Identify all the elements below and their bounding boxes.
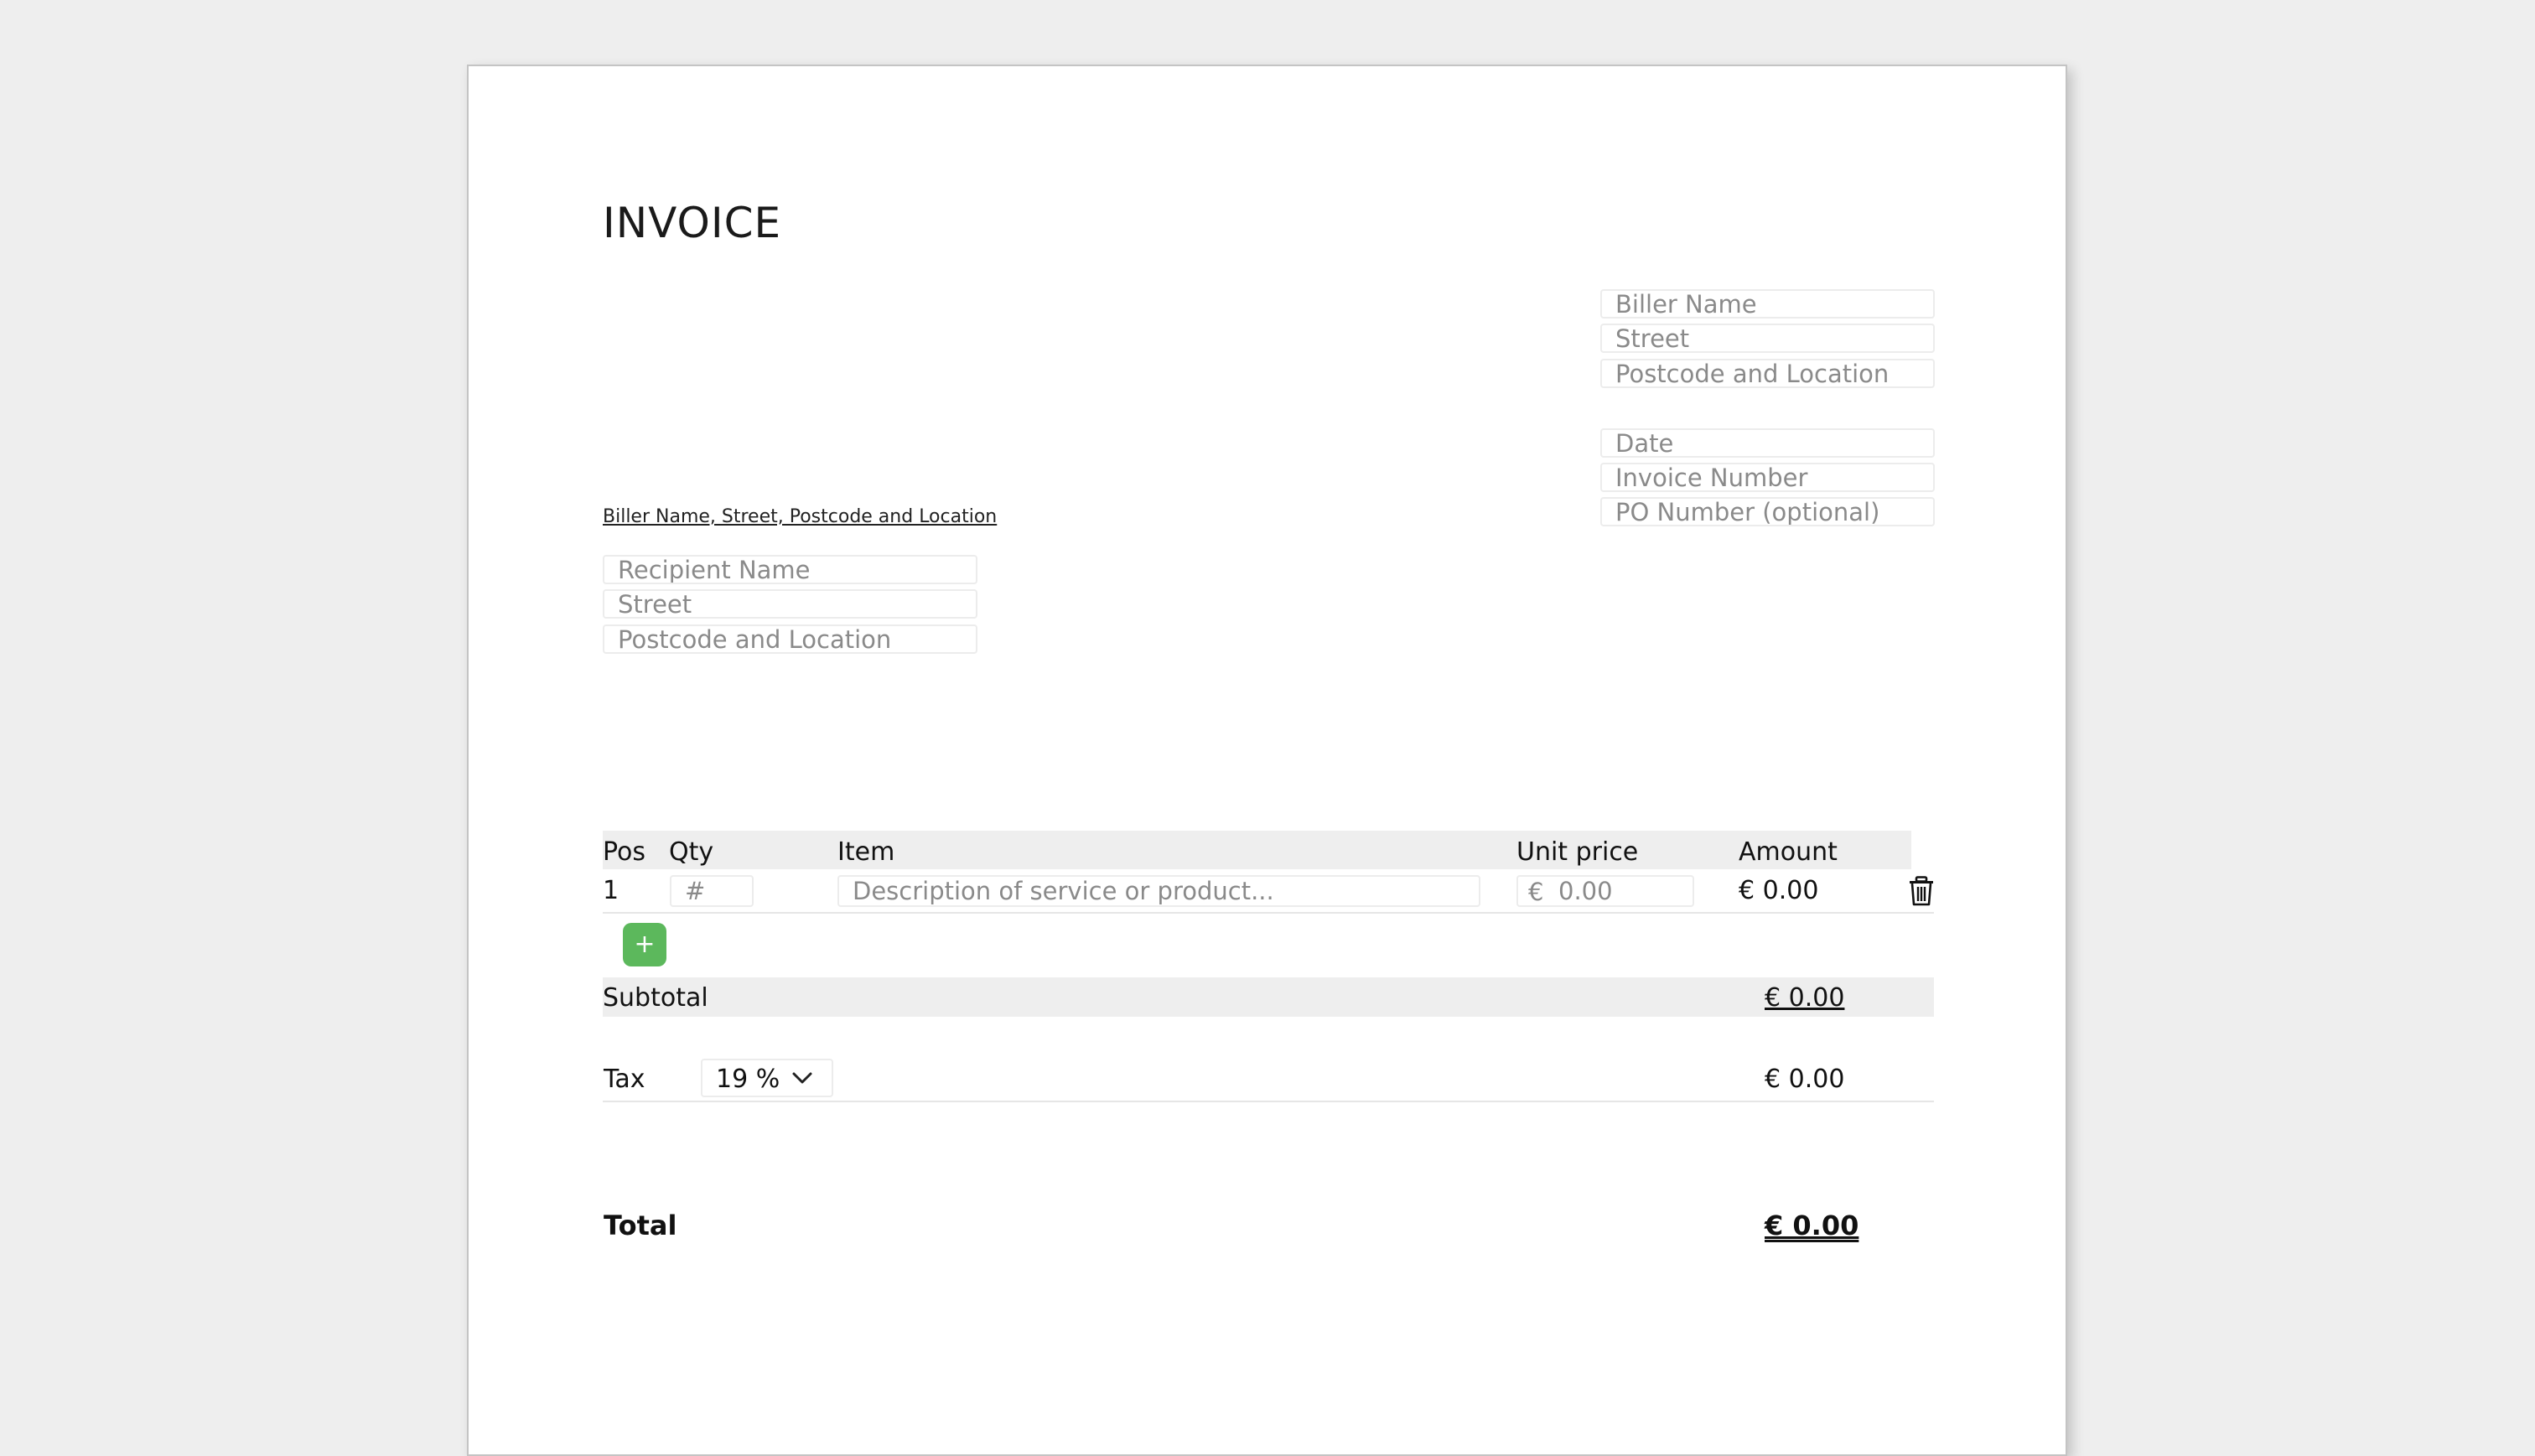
subtotal-label: Subtotal [603,983,708,1013]
invoice-number-field[interactable] [1600,463,1935,492]
subtotal-row [603,977,1934,1017]
unit-price-field[interactable] [1558,877,1684,905]
items-table-header: Pos Qty Item Unit price Amount [603,831,1911,869]
recipient-location-field[interactable] [603,624,977,654]
biller-name-field[interactable] [1600,289,1935,319]
header-amount: Amount [1739,837,1838,867]
date-field[interactable] [1600,428,1935,458]
row-position: 1 [603,876,619,905]
unit-price-input[interactable]: € [1516,875,1694,907]
delete-row-button[interactable] [1909,876,1934,906]
row-amount: € 0.00 [1739,876,1819,905]
header-pos: Pos [603,837,646,867]
sender-address-line: Biller Name, Street, Postcode and Locati… [603,506,998,527]
subtotal-value: € 0.00 [1765,983,1845,1013]
currency-symbol: € [1528,878,1544,906]
tax-value: € 0.00 [1765,1065,1845,1094]
tax-rate-value: 19 % [716,1065,780,1094]
tax-divider [603,1101,1934,1102]
invoice-sheet: INVOICE Biller Name, Street, Postcode an… [467,65,2067,1456]
biller-street-field[interactable] [1600,324,1935,353]
tax-label: Tax [604,1065,645,1094]
header-item: Item [837,837,895,867]
header-qty: Qty [669,837,714,867]
header-unit-price: Unit price [1516,837,1639,867]
total-value: € 0.00 [1765,1210,1859,1241]
row-divider [603,912,1934,914]
tax-rate-select[interactable]: 19 % [701,1059,833,1097]
total-label: Total [604,1210,677,1241]
recipient-name-field[interactable] [603,555,977,584]
biller-location-field[interactable] [1600,359,1935,388]
item-description-field[interactable] [837,875,1480,907]
add-row-button[interactable]: + [623,923,666,966]
chevron-down-icon [792,1072,812,1084]
invoice-title: INVOICE [603,199,782,247]
po-number-field[interactable] [1600,497,1935,526]
quantity-field[interactable] [670,875,754,907]
recipient-street-field[interactable] [603,589,977,619]
trash-icon [1910,876,1933,906]
